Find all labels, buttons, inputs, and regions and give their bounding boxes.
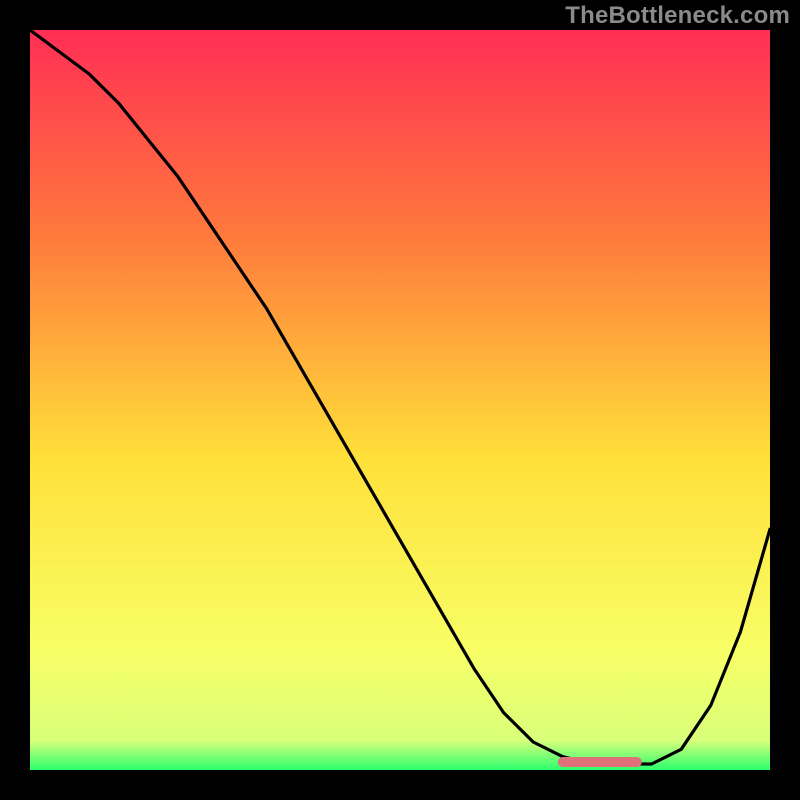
watermark-text: TheBottleneck.com: [565, 2, 790, 30]
bottleneck-curve: [30, 30, 770, 770]
plot-area: [30, 30, 770, 770]
chart-frame: TheBottleneck.com: [0, 0, 800, 800]
